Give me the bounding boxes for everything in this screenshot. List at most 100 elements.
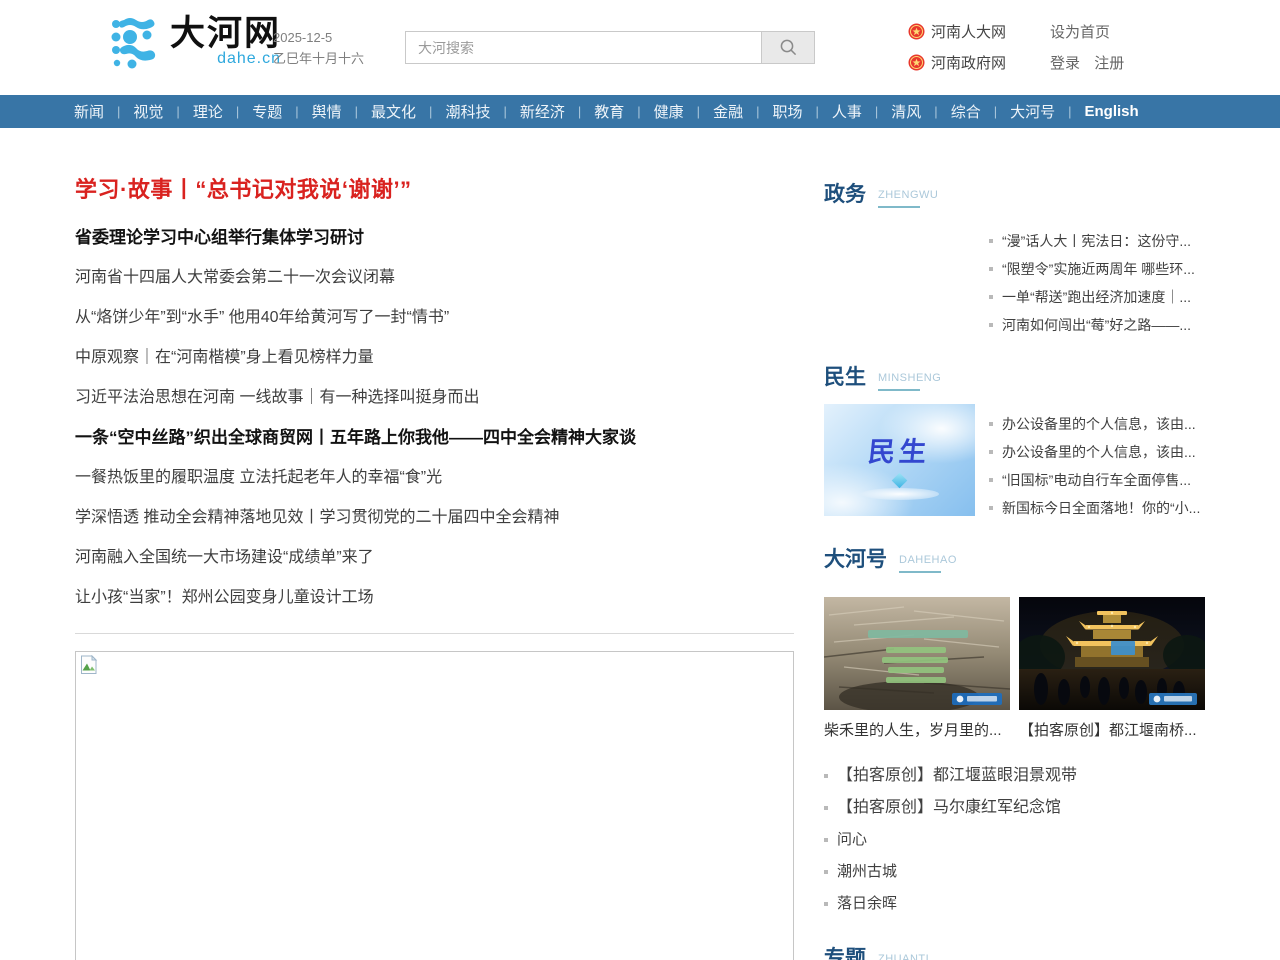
nav-separator: | [690,104,707,119]
search-input[interactable] [406,32,761,63]
link-register[interactable]: 注册 [1094,55,1124,72]
list-item[interactable]: 潮州古城 [824,856,1205,888]
section-minsheng: 民生 MINSHENG 民生 办公设备里的个人信息，该由... 办公设备里的个人… [824,361,1205,522]
list-item[interactable]: 河南如何闯出“莓”好之路——... [989,311,1205,339]
nav-item-dahehao[interactable]: 大河号 [1004,101,1061,122]
list-item[interactable]: 办公设备里的个人信息，该由... [989,438,1205,466]
section-zhengwu: 政务 ZHENGWU “漫”话人大丨宪法日：这份守... “限塑令”实施近两周年… [824,178,1205,339]
news-item[interactable]: 习近平法治思想在河南 一线故事｜有一种选择叫挺身而出 [75,378,795,418]
section-dahehao: 大河号 DAHEHAO [824,543,1205,920]
dahehao-card[interactable]: 柴禾里的人生，岁月里的... [824,597,1010,740]
nav-item-special-topics[interactable]: 专题 [246,101,288,122]
nav-separator: | [1061,104,1078,119]
nav-item-general[interactable]: 综合 [945,101,987,122]
list-item[interactable]: 落日余晖 [824,888,1205,920]
logo-title: 大河网 [170,16,281,52]
section-zhuanti: 专题 ZHUANTI [824,942,1205,960]
logo-domain: dahe.cn [217,50,281,68]
nav-item-theory[interactable]: 理论 [187,101,229,122]
nav-item-personnel[interactable]: 人事 [826,101,868,122]
headline-news-list: 省委理论学习中心组举行集体学习研讨 河南省十四届人大常委会第二十一次会议闭幕 从… [75,218,795,618]
news-item[interactable]: 一条“空中丝路”织出全球商贸网丨五年路上你我他——四中全会精神大家谈 [75,418,795,458]
national-emblem-icon [908,54,925,71]
link-henan-renda[interactable]: 河南人大网 [908,21,1040,42]
nav-separator: | [927,104,944,119]
news-item[interactable]: 河南融入全国统一大市场建设“成绩单”来了 [75,538,795,578]
nav-separator: | [348,104,365,119]
card-caption[interactable]: 【拍客原创】都江堰南桥... [1019,719,1205,740]
section-title-zhuanti[interactable]: 专题 [824,942,866,960]
list-item[interactable]: 办公设备里的个人信息，该由... [989,410,1205,438]
nav-separator: | [229,104,246,119]
nav-item-tech[interactable]: 潮科技 [439,101,496,122]
nav-separator: | [496,104,513,119]
link-set-home[interactable]: 设为首页 [1050,21,1120,42]
news-item[interactable]: 从“烙饼少年”到“水手” 他用40年给黄河写了一封“情书” [75,298,795,338]
watermark-badge [1149,693,1197,705]
nav-item-visual[interactable]: 视觉 [127,101,169,122]
minsheng-list: 办公设备里的个人信息，该由... 办公设备里的个人信息，该由... “旧国标”电… [989,410,1205,522]
national-emblem-icon [908,23,925,40]
nav-item-culture[interactable]: 最文化 [365,101,422,122]
date-block: 2025-12-5 乙巳年十月十六 [273,27,364,69]
news-item[interactable]: 学深悟透 推动全会精神落地见效丨学习贯彻党的二十届四中全会精神 [75,498,795,538]
news-item[interactable]: 省委理论学习中心组举行集体学习研讨 [75,218,795,258]
nav-item-education[interactable]: 教育 [588,101,630,122]
section-label-zhengwu: ZHENGWU [878,189,938,208]
dahe-logo[interactable]: 大河网 dahe.cn [110,16,281,70]
nav-separator: | [288,104,305,119]
nav-item-finance[interactable]: 金融 [707,101,749,122]
card-image-night-bridge [1019,597,1205,710]
left-column: 学习·故事丨“总书记对我说‘谢谢’” 省委理论学习中心组举行集体学习研讨 河南省… [75,128,795,960]
navbar: 新闻| 视觉| 理论| 专题| 舆情| 最文化| 潮科技| 新经济| 教育| 健… [0,95,1280,128]
list-item[interactable]: “旧国标”电动自行车全面停售... [989,466,1205,494]
nav-separator: | [571,104,588,119]
nav-separator: | [987,104,1004,119]
list-item[interactable]: “漫”话人大丨宪法日：这份守... [989,227,1205,255]
search-icon [779,38,798,57]
list-item[interactable]: 新国标今日全面落地！你的“小... [989,494,1205,522]
top-links: 河南人大网 设为首页 河南政府网 登录 注册 [908,19,1134,81]
nav-item-career[interactable]: 职场 [766,101,808,122]
nav-item-health[interactable]: 健康 [648,101,690,122]
card-caption[interactable]: 柴禾里的人生，岁月里的... [824,719,1010,740]
dahehao-list: 【拍客原创】都江堰蓝眼泪景观带 【拍客原创】马尔康红军纪念馆 问心 潮州古城 落… [824,760,1205,920]
dahe-logo-icon [110,16,164,70]
link-login[interactable]: 登录 [1050,55,1080,72]
card-image-firewood [824,597,1010,710]
nav-item-public-opinion[interactable]: 舆情 [306,101,348,122]
list-item[interactable]: 问心 [824,824,1205,856]
gregorian-date: 2025-12-5 [273,27,364,48]
search-bar [405,31,815,64]
nav-separator: | [110,104,127,119]
link-henan-gov[interactable]: 河南政府网 [908,52,1040,73]
news-item[interactable]: 中原观察｜在“河南楷模”身上看见榜样力量 [75,338,795,378]
section-label-dahehao: DAHEHAO [899,554,957,573]
news-item[interactable]: 一餐热饭里的履职温度 立法托起老年人的幸福“食”光 [75,458,795,498]
headline-main[interactable]: 学习·故事丨“总书记对我说‘谢谢’” [75,172,795,204]
zhengwu-list: “漫”话人大丨宪法日：这份守... “限塑令”实施近两周年 哪些环... 一单“… [989,227,1205,339]
minsheng-thumbnail[interactable]: 民生 [824,404,975,516]
pedestal-shape [861,488,939,500]
section-label-zhuanti: ZHUANTI [878,953,929,960]
list-item[interactable]: 【拍客原创】马尔康红军纪念馆 [824,792,1205,824]
main-content: 学习·故事丨“总书记对我说‘谢谢’” 省委理论学习中心组举行集体学习研讨 河南省… [0,128,1280,960]
nav-item-new-economy[interactable]: 新经济 [514,101,571,122]
nav-item-qingfeng[interactable]: 清风 [885,101,927,122]
section-title-zhengwu[interactable]: 政务 [824,178,866,208]
section-title-dahehao[interactable]: 大河号 [824,543,887,573]
watermark-badge [952,693,1002,705]
list-item[interactable]: 【拍客原创】都江堰蓝眼泪景观带 [824,760,1205,792]
list-item[interactable]: 一单“帮送”跑出经济加速度｜... [989,283,1205,311]
news-item[interactable]: 河南省十四届人大常委会第二十一次会议闭幕 [75,258,795,298]
nav-item-english[interactable]: English [1079,103,1145,120]
list-item[interactable]: “限塑令”实施近两周年 哪些环... [989,255,1205,283]
news-item[interactable]: 让小孩“当家”！郑州公园变身儿童设计工场 [75,578,795,618]
minsheng-thumb-text: 民生 [822,430,977,469]
search-button[interactable] [761,32,814,63]
broken-image-icon [79,655,99,675]
nav-separator: | [169,104,186,119]
nav-item-news[interactable]: 新闻 [68,101,110,122]
section-title-minsheng[interactable]: 民生 [824,361,866,391]
dahehao-card[interactable]: 【拍客原创】都江堰南桥... [1019,597,1205,740]
